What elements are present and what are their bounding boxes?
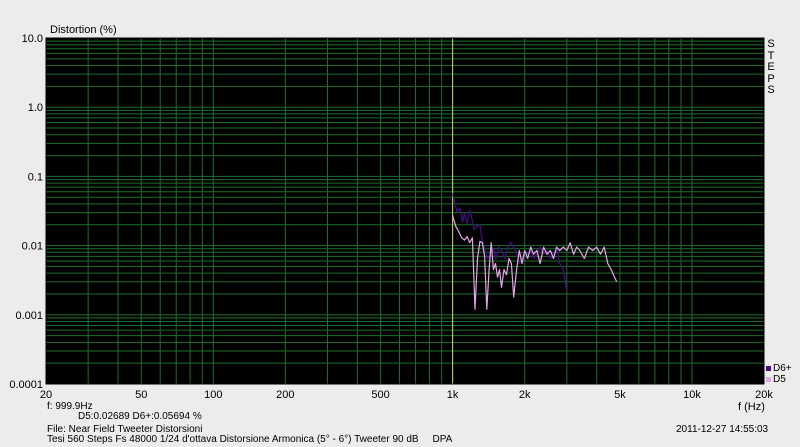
- x-tick-label: 50: [135, 389, 147, 401]
- measurement-setup: Tesi 560 Steps Fs 48000 1/24 d'ottava Di…: [47, 434, 453, 445]
- x-tick-label: 1k: [447, 389, 459, 401]
- x-tick-label: 100: [204, 389, 222, 401]
- x-tick-label: 500: [371, 389, 389, 401]
- y-tick-label: 0.1: [28, 171, 43, 183]
- y-tick-label: 0.01: [22, 241, 43, 253]
- timestamp: 2011-12-27 14:55:03: [676, 424, 769, 435]
- y-axis-title: Distortion (%): [50, 24, 117, 36]
- x-tick-label: 200: [276, 389, 294, 401]
- cursor-values: D5:0.02689 D6+:0.05694 %: [78, 411, 202, 422]
- y-tick-label: 0.0001: [9, 379, 43, 391]
- legend-label-d5: D5: [773, 374, 786, 385]
- legend-swatch-d6: [766, 365, 771, 371]
- x-tick-label: 20k: [755, 389, 773, 401]
- legend-swatch-d5: [766, 376, 771, 382]
- x-axis-unit: f (Hz): [738, 401, 765, 413]
- legend-label-d6: D6+: [773, 363, 792, 374]
- brand-letter: S: [767, 38, 775, 50]
- x-tick-labels: 20 50 100 200 500 1k 2k 5k 10k 20k: [40, 389, 773, 401]
- legend-item-d6[interactable]: D6+: [766, 363, 792, 374]
- y-tick-labels: 0.0001 0.001 0.01 0.1 1.0 10.0: [9, 33, 43, 391]
- plot-area: [46, 38, 764, 384]
- brand-letter: E: [767, 61, 775, 73]
- brand-letter: S: [767, 84, 775, 96]
- brand-vertical: S T E P S: [765, 38, 777, 97]
- x-tick-label: 2k: [519, 389, 531, 401]
- legend-item-d5[interactable]: D5: [766, 374, 792, 385]
- y-tick-label: 1.0: [28, 102, 43, 114]
- y-tick-label: 0.001: [15, 310, 43, 322]
- legend: D6+ D5: [766, 363, 792, 385]
- y-tick-label: 10.0: [22, 33, 43, 45]
- x-tick-label: 5k: [614, 389, 626, 401]
- distortion-chart: 20 50 100 200 500 1k 2k 5k 10k 20k 0.00010.0010.0…: [9, 33, 773, 401]
- x-tick-label: 10k: [683, 389, 701, 401]
